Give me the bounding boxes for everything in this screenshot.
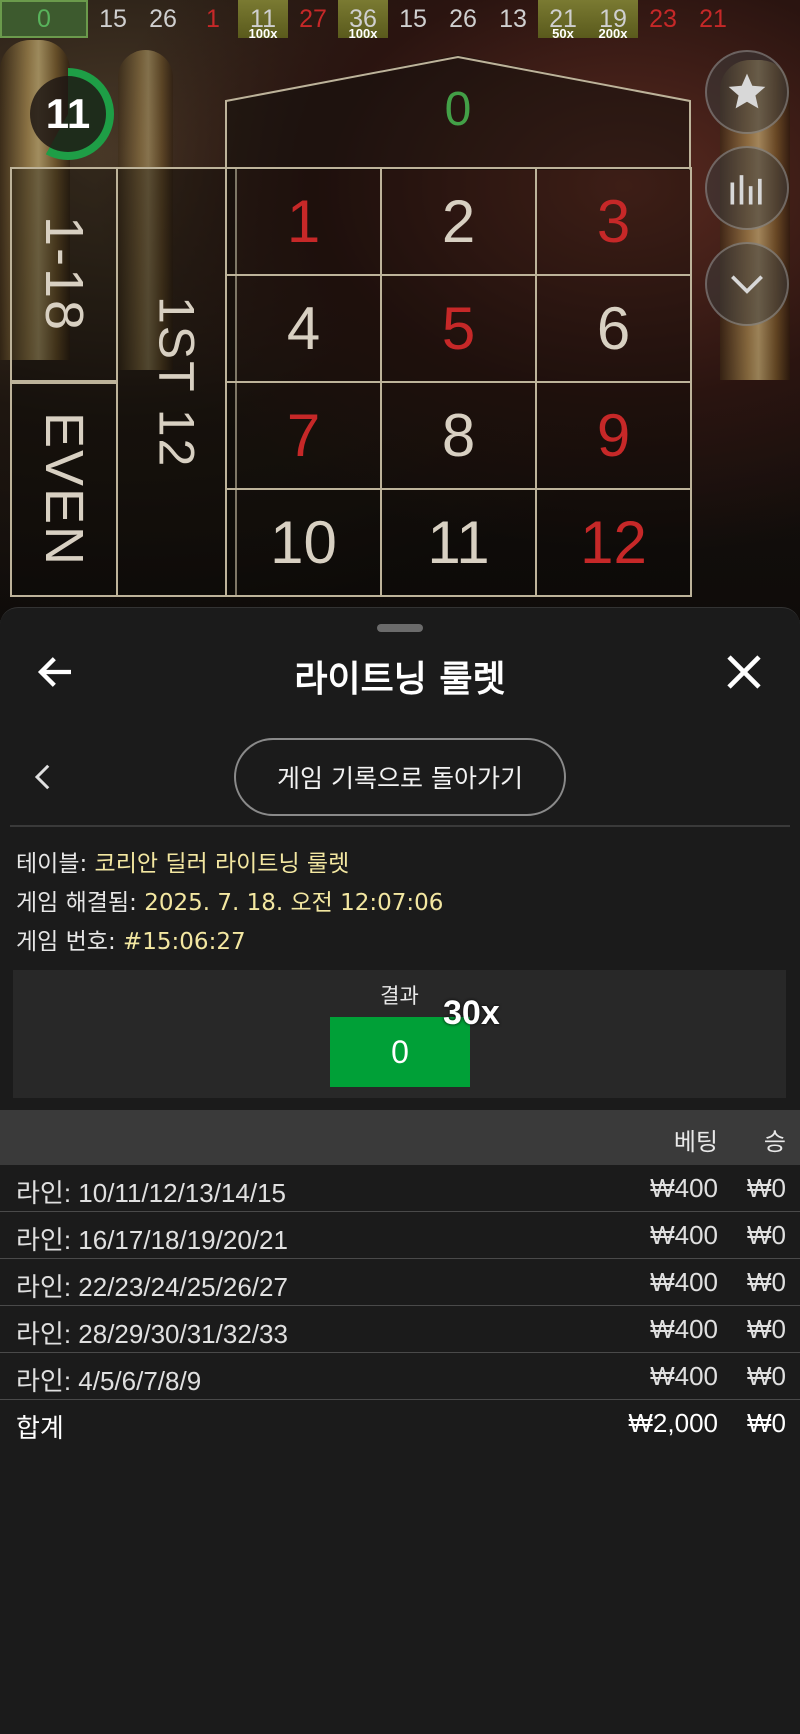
sheet-drag-handle[interactable] <box>377 624 423 632</box>
number-cell[interactable]: 11 <box>380 488 537 597</box>
stats-icon <box>730 175 762 205</box>
win-amount: ₩0 <box>747 1314 786 1344</box>
collapse-button[interactable] <box>705 242 789 326</box>
table-row: 라인: 22/23/24/25/26/27 ₩400 ₩0 <box>0 1259 800 1306</box>
history-result: 13 <box>499 4 527 33</box>
number-cell[interactable]: 10 <box>225 488 382 597</box>
back-to-history-button[interactable]: 게임 기록으로 돌아가기 <box>234 738 566 816</box>
betting-board: 1-18 EVEN 1ST 12 1 2 3 4 5 6 7 8 9 10 11… <box>10 167 692 607</box>
bet-amount: ₩400 <box>650 1220 718 1250</box>
history-result: 26 <box>149 4 177 33</box>
countdown-timer: 11 <box>22 68 114 160</box>
table-value: 코리안 딜러 라이트닝 룰렛 <box>94 851 350 877</box>
statistics-button[interactable] <box>705 146 789 230</box>
history-result: 36 100x <box>338 0 388 41</box>
table-header: 베팅 승 <box>0 1110 800 1165</box>
number-cell[interactable]: 3 <box>535 167 692 276</box>
bet-amount: ₩400 <box>650 1361 718 1391</box>
number-cell[interactable]: 4 <box>225 274 382 383</box>
win-amount: ₩0 <box>747 1361 786 1391</box>
bet-description: 라인: 10/11/12/13/14/15 <box>16 1178 286 1208</box>
game-number-info: 게임 번호: #15:06:27 <box>16 922 246 956</box>
number-cell[interactable]: 1 <box>225 167 382 276</box>
number-cell[interactable]: 9 <box>535 381 692 490</box>
number-cell[interactable]: 5 <box>380 274 537 383</box>
win-amount: ₩0 <box>747 1220 786 1250</box>
game-details-sheet: 라이트닝 룰렛 게임 기록으로 돌아가기 테이블: 코리안 딜러 라이트닝 룰렛… <box>0 607 800 1734</box>
history-result: 21 50x <box>538 0 588 41</box>
bet-amount: ₩400 <box>650 1314 718 1344</box>
divider <box>10 825 790 827</box>
bet-description: 라인: 28/29/30/31/32/33 <box>16 1319 288 1349</box>
history-result: 1 <box>206 4 220 33</box>
bet-spot-even[interactable]: EVEN <box>10 382 118 597</box>
history-result: 21 <box>699 4 727 33</box>
total-row: 합계 ₩2,000 ₩0 <box>0 1400 800 1447</box>
table-row: 라인: 10/11/12/13/14/15 ₩400 ₩0 <box>0 1165 800 1212</box>
star-icon <box>728 73 766 109</box>
column-header-bet: 베팅 <box>673 1128 718 1156</box>
resolved-label: 게임 해결됨: <box>16 890 137 916</box>
timer-value: 11 <box>30 76 106 152</box>
table-row: 라인: 16/17/18/19/20/21 ₩400 ₩0 <box>0 1212 800 1259</box>
table-row: 라인: 4/5/6/7/8/9 ₩400 ₩0 <box>0 1353 800 1400</box>
history-result: 23 <box>649 4 677 33</box>
table-row: 라인: 28/29/30/31/32/33 ₩400 ₩0 <box>0 1306 800 1353</box>
number-cell[interactable]: 8 <box>380 381 537 490</box>
total-label: 합계 <box>16 1414 64 1444</box>
win-amount: ₩0 <box>747 1267 786 1297</box>
history-result: 15 <box>399 4 427 33</box>
chevron-down-icon <box>731 275 763 294</box>
total-bet-amount: ₩2,000 <box>628 1408 718 1438</box>
history-result: 19 200x <box>588 0 638 41</box>
close-icon[interactable] <box>724 652 764 692</box>
resolved-info: 게임 해결됨: 2025. 7. 18. 오전 12:07:06 <box>16 883 443 917</box>
number-cell[interactable]: 12 <box>535 488 692 597</box>
result-multiplier: 30x <box>443 994 500 1032</box>
table-info: 테이블: 코리안 딜러 라이트닝 룰렛 <box>16 844 349 878</box>
bet-description: 라인: 22/23/24/25/26/27 <box>16 1272 288 1302</box>
win-amount: ₩0 <box>747 1173 786 1203</box>
history-result: 0 <box>0 0 88 38</box>
bet-amount: ₩400 <box>650 1173 718 1203</box>
number-cell[interactable]: 2 <box>380 167 537 276</box>
history-result: 27 <box>299 4 327 33</box>
number-cell[interactable]: 7 <box>225 381 382 490</box>
result-label: 결과 <box>380 984 419 1008</box>
history-result: 11 100x <box>238 0 288 41</box>
bet-description: 라인: 4/5/6/7/8/9 <box>16 1366 202 1396</box>
history-result: 26 <box>449 4 477 33</box>
sheet-title: 라이트닝 룰렛 <box>294 659 506 700</box>
column-header-win: 승 <box>763 1128 786 1156</box>
game-number-value: #15:06:27 <box>123 929 246 955</box>
bets-table: 베팅 승 라인: 10/11/12/13/14/15 ₩400 ₩0 라인: 1… <box>0 1110 800 1447</box>
results-history-strip: 0 15 26 1 11 100x 27 36 100x 15 26 13 21 50… <box>0 0 800 41</box>
bet-amount: ₩400 <box>650 1267 718 1297</box>
bet-spot-1-18[interactable]: 1-18 <box>10 167 118 382</box>
live-game-view: 0 15 26 1 11 100x 27 36 100x 15 26 13 21 50… <box>0 0 800 620</box>
table-label: 테이블: <box>16 851 88 877</box>
game-number-label: 게임 번호: <box>16 929 116 955</box>
history-result: 15 <box>99 4 127 33</box>
bet-description: 라인: 16/17/18/19/20/21 <box>16 1225 288 1255</box>
favorites-button[interactable] <box>705 50 789 134</box>
chevron-left-icon[interactable] <box>30 762 54 792</box>
number-cell[interactable]: 6 <box>535 274 692 383</box>
resolved-value: 2025. 7. 18. 오전 12:07:06 <box>144 890 444 916</box>
total-win-amount: ₩0 <box>747 1408 786 1438</box>
bet-spot-1st-12[interactable]: 1ST 12 <box>116 167 237 597</box>
result-panel: 결과 0 30x <box>13 970 786 1098</box>
zero-pocket-label[interactable]: 0 <box>430 82 486 137</box>
